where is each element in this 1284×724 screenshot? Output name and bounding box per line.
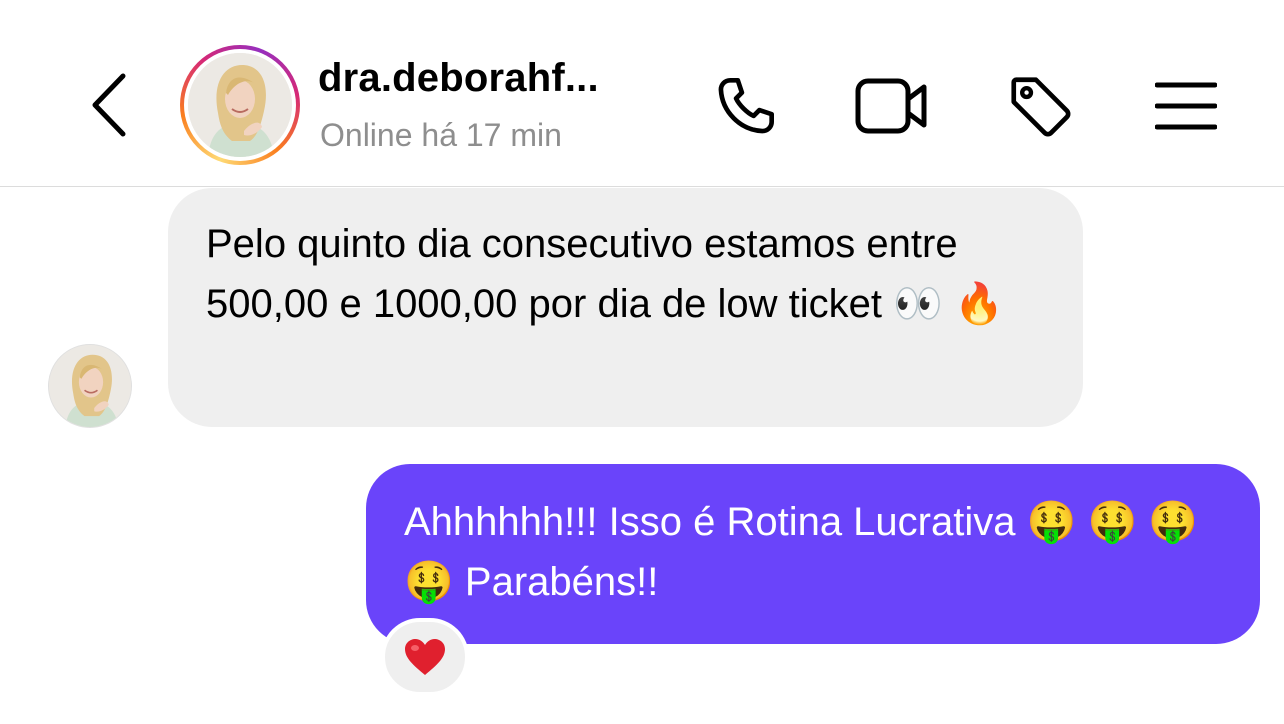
outgoing-message-bubble[interactable]: Ahhhhhh!!! Isso é Rotina Lucrativa 🤑 🤑 🤑… [366,464,1260,644]
avatar-photo [188,53,292,157]
back-icon [92,73,126,137]
incoming-message-text: Pelo quinto dia consecutivo estamos entr… [206,222,1004,326]
phone-icon [718,78,774,134]
video-call-button[interactable] [852,66,932,146]
contact-username[interactable]: dra.deborahf... [318,56,599,101]
video-icon [855,78,927,134]
label-button[interactable] [1000,66,1080,146]
heart-icon [405,639,445,675]
menu-button[interactable] [1146,66,1226,146]
online-status: Online há 17 min [320,117,562,153]
back-button[interactable] [84,70,134,140]
voice-call-button[interactable] [706,66,786,146]
chat-screen: dra.deborahf... Online há 17 min Pelo qu… [0,0,1284,724]
profile-avatar[interactable] [180,45,300,165]
heart-reaction[interactable] [381,618,469,696]
incoming-message-bubble[interactable]: Pelo quinto dia consecutivo estamos entr… [168,188,1083,427]
menu-icon [1155,82,1217,130]
outgoing-message-text: Ahhhhhh!!! Isso é Rotina Lucrativa 🤑 🤑 🤑… [404,500,1199,604]
sender-avatar[interactable] [48,344,132,428]
tag-icon [1011,77,1071,137]
chat-header: dra.deborahf... Online há 17 min [0,0,1284,187]
